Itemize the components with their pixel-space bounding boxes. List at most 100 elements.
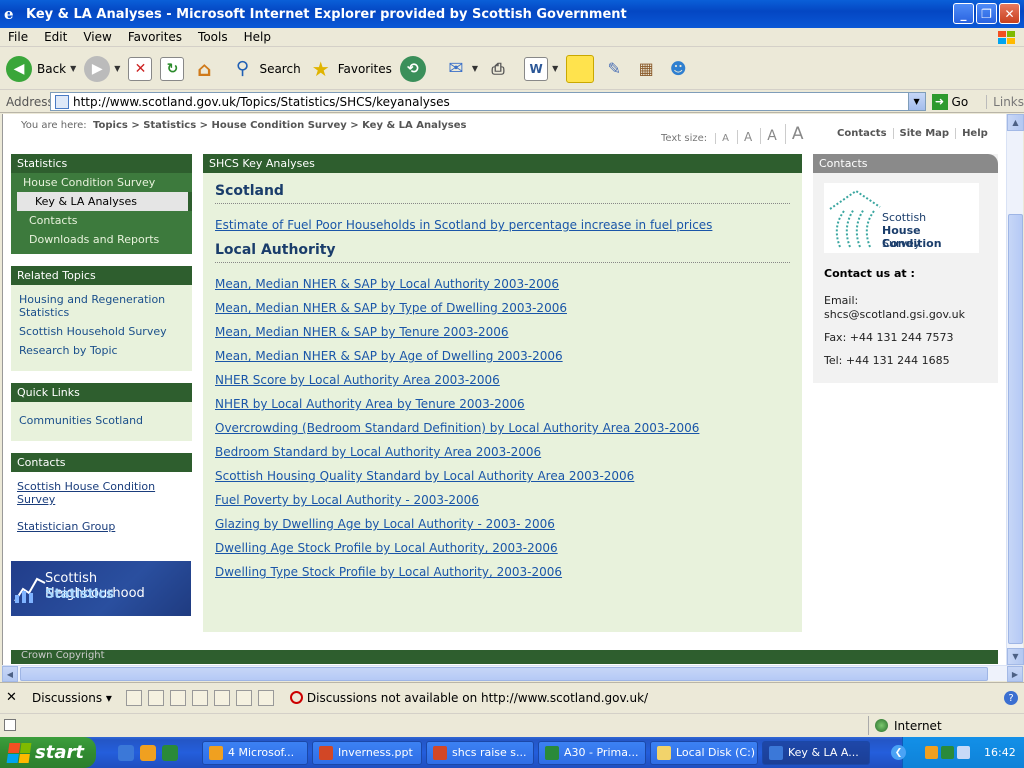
related-research-link[interactable]: Research by Topic [19,344,184,357]
horizontal-scroll-thumb[interactable] [20,667,988,681]
quick-communities-scotland-link[interactable]: Communities Scotland [19,414,184,427]
tools-button[interactable]: ▦ [634,57,658,81]
links-button[interactable]: Links [986,94,1024,109]
contact-statistician-group-link[interactable]: Statistician Group [17,520,184,533]
reply-discussion-icon[interactable] [169,689,186,706]
start-button[interactable]: start [0,737,96,768]
tray-expand-icon[interactable]: ❮ [891,745,906,760]
scroll-left-icon[interactable]: ◀ [2,666,18,682]
task-shcs-raise[interactable]: shcs raise s... [426,740,534,765]
vertical-scroll-thumb[interactable] [1008,214,1023,644]
breadcrumb-trail[interactable]: Topics > Statistics > House Condition Su… [93,120,466,131]
la-link[interactable]: NHER by Local Authority Area by Tenure 2… [215,397,802,411]
la-link[interactable]: Bedroom Standard by Local Authority Area… [215,445,802,459]
go-button[interactable]: ➜ Go [931,93,968,110]
menu-tools[interactable]: Tools [190,30,236,44]
util-help-link[interactable]: Help [955,128,994,139]
back-button[interactable]: ◀ Back ▼ [6,55,76,82]
la-link[interactable]: Fuel Poverty by Local Authority - 2003-2… [215,493,802,507]
expand-discussion-icon[interactable] [191,689,208,706]
scroll-up-icon[interactable]: ▲ [1007,114,1024,131]
search-button[interactable]: ⚲ Search [230,57,301,81]
task-local-disk[interactable]: Local Disk (C:) [650,740,758,765]
url-text[interactable]: http://www.scotland.gov.uk/Topics/Statis… [73,95,450,109]
ql-ie-icon[interactable] [118,744,134,761]
la-link[interactable]: Mean, Median NHER & SAP by Type of Dwell… [215,301,802,315]
text-size-small[interactable]: A [715,133,729,144]
nav-contacts[interactable]: Contacts [11,211,192,230]
nav-key-la-analyses[interactable]: Key & LA Analyses [17,192,192,211]
new-discussion-icon[interactable] [125,689,142,706]
task-inverness[interactable]: Inverness.ppt [312,740,422,765]
mail-button[interactable]: ✉ ▼ [444,57,478,81]
address-input[interactable]: http://www.scotland.gov.uk/Topics/Statis… [50,92,926,111]
messenger-button[interactable]: ☻ [666,57,690,81]
la-link[interactable]: Scottish Housing Quality Standard by Loc… [215,469,802,483]
tray-network-icon[interactable] [941,746,954,759]
mail-dropdown-icon[interactable]: ▼ [472,64,478,73]
text-size-large[interactable]: A [760,128,777,144]
contact-shcs-link[interactable]: Scottish House Condition Survey [17,480,184,506]
history-button[interactable]: ⟲ [399,55,426,82]
show-discussion-icon[interactable] [257,689,274,706]
close-button[interactable]: ✕ [999,3,1020,24]
la-link[interactable]: Dwelling Type Stock Profile by Local Aut… [215,565,802,579]
research-button[interactable]: ✎ [602,57,626,81]
menu-edit[interactable]: Edit [36,30,75,44]
menu-help[interactable]: Help [236,30,279,44]
minimize-button[interactable]: _ [953,3,974,24]
back-dropdown-icon[interactable]: ▼ [70,64,76,73]
la-link[interactable]: Glazing by Dwelling Age by Local Authori… [215,517,802,531]
scroll-down-icon[interactable]: ▼ [1007,648,1024,665]
menu-favorites[interactable]: Favorites [120,30,190,44]
favorites-button[interactable]: ★ Favorites [309,57,392,81]
refresh-button[interactable]: ↻ [160,56,185,81]
la-link[interactable]: Dwelling Age Stock Profile by Local Auth… [215,541,802,555]
scottish-neighbourhood-statistics-banner[interactable]: Scottish Neighbourhood Statistics [11,561,191,616]
horizontal-scrollbar[interactable]: ◀ ▶ [2,665,1023,682]
nav-downloads-reports[interactable]: Downloads and Reports [11,230,192,254]
related-housing-regeneration-link[interactable]: Housing and Regeneration Statistics [19,293,184,319]
ql-excel-icon[interactable] [162,744,178,761]
close-discussions-icon[interactable]: ✕ [6,690,20,705]
edit-button[interactable]: W ▼ [524,56,558,81]
menu-file[interactable]: File [0,30,36,44]
text-size-xlarge[interactable]: A [784,124,803,144]
print-button[interactable]: ⎙ [486,57,510,81]
footer-copyright[interactable]: Crown Copyright [21,650,105,661]
ql-outlook-icon[interactable] [140,744,156,761]
tray-app-icon[interactable] [925,746,938,759]
related-household-survey-link[interactable]: Scottish Household Survey [19,325,184,338]
edit-dropdown-icon[interactable]: ▼ [552,64,558,73]
la-link[interactable]: Overcrowding (Bedroom Standard Definitio… [215,421,802,435]
task-microsoft[interactable]: 4 Microsof... [202,740,308,765]
la-link[interactable]: Mean, Median NHER & SAP by Tenure 2003-2… [215,325,802,339]
util-sitemap-link[interactable]: Site Map [892,128,956,139]
address-dropdown-icon[interactable]: ▼ [907,93,925,110]
la-link[interactable]: NHER Score by Local Authority Area 2003-… [215,373,802,387]
menu-view[interactable]: View [75,30,119,44]
stop-button[interactable]: ✕ [128,56,153,81]
refresh-discussion-icon[interactable] [235,689,252,706]
help-icon[interactable]: ? [1004,691,1018,705]
statistics-heading[interactable]: Statistics [11,154,192,173]
tray-volume-icon[interactable] [957,746,970,759]
task-a30[interactable]: A30 - Prima... [538,740,646,765]
discussions-menu[interactable]: Discussions ▾ [32,691,112,705]
maximize-button[interactable]: ❐ [976,3,997,24]
home-button[interactable]: ⌂ [192,57,216,81]
vertical-scrollbar[interactable]: ▲ ▼ [1006,114,1024,665]
edit-discussion-icon[interactable] [147,689,164,706]
text-size-medium[interactable]: A [737,130,752,144]
nav-house-condition-survey[interactable]: House Condition Survey [11,173,192,192]
util-contacts-link[interactable]: Contacts [831,128,893,139]
collapse-discussion-icon[interactable] [213,689,230,706]
task-key-la[interactable]: Key & LA A... [762,740,870,765]
la-link[interactable]: Mean, Median NHER & SAP by Local Authori… [215,277,802,291]
fuel-poor-estimate-link[interactable]: Estimate of Fuel Poor Households in Scot… [215,218,802,232]
scroll-right-icon[interactable]: ▶ [1007,666,1023,682]
note-button[interactable] [566,54,595,83]
la-link[interactable]: Mean, Median NHER & SAP by Age of Dwelli… [215,349,802,363]
forward-button[interactable]: ▶ ▼ [84,55,120,82]
forward-dropdown-icon[interactable]: ▼ [114,64,120,73]
